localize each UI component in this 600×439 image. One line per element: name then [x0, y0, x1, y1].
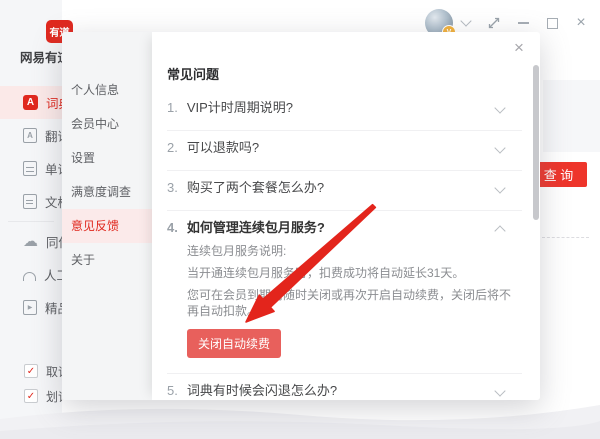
wordbook-icon — [23, 161, 37, 176]
faq-question[interactable]: 3. 购买了两个套餐怎么办? — [167, 180, 522, 195]
sidebar-item-wordbook[interactable]: 单词 — [0, 152, 62, 185]
sidebar-item-label: 单词 — [45, 163, 62, 177]
sidebar-item-label: 文档 — [45, 196, 62, 210]
account-chevron-down-icon[interactable] — [460, 15, 472, 27]
faq-item: 1. VIP计时周期说明? — [167, 91, 522, 131]
checkbox-row-capture-word: ✓ 取词 — [24, 363, 62, 379]
checkbox-label: 取词 — [46, 364, 62, 379]
faq-answer-line: 当开通连续包月服务时，扣费成功将自动延长31天。 — [187, 266, 465, 280]
faq-answer-line: 您可在会员到期前随时关闭或再次开启自动续费，关闭后将不再自动扣款。 — [187, 288, 512, 318]
dictionary-icon: A — [23, 95, 38, 110]
maximize-icon[interactable] — [545, 16, 559, 30]
sync-cloud-icon: ☁ — [23, 233, 38, 250]
dialog-menu-item-satisfaction-survey[interactable]: 满意度调查 — [62, 175, 152, 209]
close-window-icon[interactable]: × — [574, 15, 588, 31]
dialog-menu-item-member-center[interactable]: 会员中心 — [62, 107, 152, 141]
sidebar-item-dictionary[interactable]: A 词典 — [0, 86, 62, 119]
word-capture-options: ✓ 取词 ✓ 划词 — [24, 363, 62, 413]
sidebar-divider — [8, 221, 54, 222]
faq-question-text: 词典有时候会闪退怎么办? — [186, 383, 338, 398]
sidebar-item-document[interactable]: 文档 — [0, 185, 62, 218]
faq-title: 常见问题 — [167, 67, 220, 82]
faq-question-text: 购买了两个套餐怎么办? — [186, 180, 325, 195]
sidebar-item-label: 人工 — [44, 269, 62, 283]
premium-video-icon: ▶ — [23, 300, 37, 315]
sidebar-item-translate[interactable]: A 翻译 — [0, 119, 62, 152]
minimize-icon[interactable] — [516, 16, 530, 30]
checkbox-label: 划词 — [46, 389, 62, 404]
faq-list: 1. VIP计时周期说明? 2. 可以退款吗? 3. 购买了两个套餐怎么办? 4. 如何管理连… — [167, 91, 522, 400]
faq-number: 5. — [167, 383, 178, 398]
faq-question-text: 如何管理连续包月服务? — [186, 220, 325, 235]
faq-panel: 常见问题 1. VIP计时周期说明? 2. 可以退款吗? 3. 购买了两个套餐怎么办? 4.… — [152, 32, 540, 400]
translate-icon: A — [23, 128, 37, 143]
faq-number: 2. — [167, 140, 178, 155]
faq-item: 5. 词典有时候会闪退怎么办? — [167, 374, 522, 400]
faq-number: 4. — [167, 220, 178, 235]
sidebar-item-human[interactable]: 人工 — [0, 258, 62, 291]
faq-item: 4. 如何管理连续包月服务? 连续包月服务说明: 当开通连续包月服务时，扣费成功将自动… — [167, 211, 522, 374]
cancel-auto-renew-button[interactable]: 关闭自动续费 — [187, 329, 282, 358]
sidebar-item-label: 同传 — [46, 236, 62, 250]
dialog-menu-item-profile[interactable]: 个人信息 — [62, 73, 152, 107]
checkbox-select-word[interactable]: ✓ — [24, 389, 38, 403]
document-icon — [23, 194, 37, 209]
faq-number: 3. — [167, 180, 178, 195]
faq-item: 2. 可以退款吗? — [167, 131, 522, 171]
resize-window-icon[interactable] — [487, 16, 501, 30]
search-box-area[interactable] — [543, 80, 600, 152]
checkbox-capture-word[interactable]: ✓ — [24, 364, 38, 378]
faq-question[interactable]: 5. 词典有时候会闪退怎么办? — [167, 383, 522, 398]
faq-answer-line: 连续包月服务说明: — [187, 244, 287, 258]
app-title: 网易有道词典 — [20, 51, 62, 65]
dialog-close-icon[interactable]: × — [510, 38, 528, 57]
sidebar-item-label: 词典 — [46, 97, 62, 111]
checkbox-row-select-word: ✓ 划词 — [24, 388, 62, 404]
sidebar-item-premium[interactable]: ▶ 精品 — [0, 291, 62, 324]
dialog-menu-item-about[interactable]: 关于 — [62, 243, 152, 277]
settings-dialog: 个人信息 会员中心 设置 满意度调查 意见反馈 关于 常见问题 1. VIP计时周期说明? 2… — [62, 32, 540, 400]
sidebar-item-sync[interactable]: ☁ 同传 — [0, 225, 62, 258]
faq-question-text: 可以退款吗? — [186, 140, 260, 155]
app-window: 有道 网易有道词典 V × A词典A翻译单词文档☁同传人工▶精品 ✓取词✓划词 … — [0, 0, 600, 439]
dashed-divider — [542, 237, 589, 238]
faq-number: 1. — [167, 100, 178, 115]
sidebar-nav: A 词典 A 翻译单词文档 ☁ 同传人工 ▶ 精品 — [0, 86, 62, 324]
dialog-menu-item-feedback[interactable]: 意见反馈 — [62, 209, 152, 243]
faq-question-text: VIP计时周期说明? — [186, 100, 294, 115]
faq-item: 3. 购买了两个套餐怎么办? — [167, 171, 522, 211]
faq-answer: 连续包月服务说明: 当开通连续包月服务时，扣费成功将自动延长31天。您可在会员到期… — [187, 243, 522, 319]
dialog-menu-item-settings[interactable]: 设置 — [62, 141, 152, 175]
faq-question[interactable]: 1. VIP计时周期说明? — [167, 100, 522, 115]
sidebar-item-label: 精品 — [45, 302, 62, 316]
sidebar-item-label: 翻译 — [45, 130, 62, 144]
human-translate-icon — [23, 272, 36, 281]
faq-question[interactable]: 2. 可以退款吗? — [167, 140, 522, 155]
dialog-menu: 个人信息 会员中心 设置 满意度调查 意见反馈 关于 — [62, 32, 152, 400]
scrollbar-thumb[interactable] — [533, 65, 539, 220]
faq-question[interactable]: 4. 如何管理连续包月服务? — [167, 220, 522, 235]
